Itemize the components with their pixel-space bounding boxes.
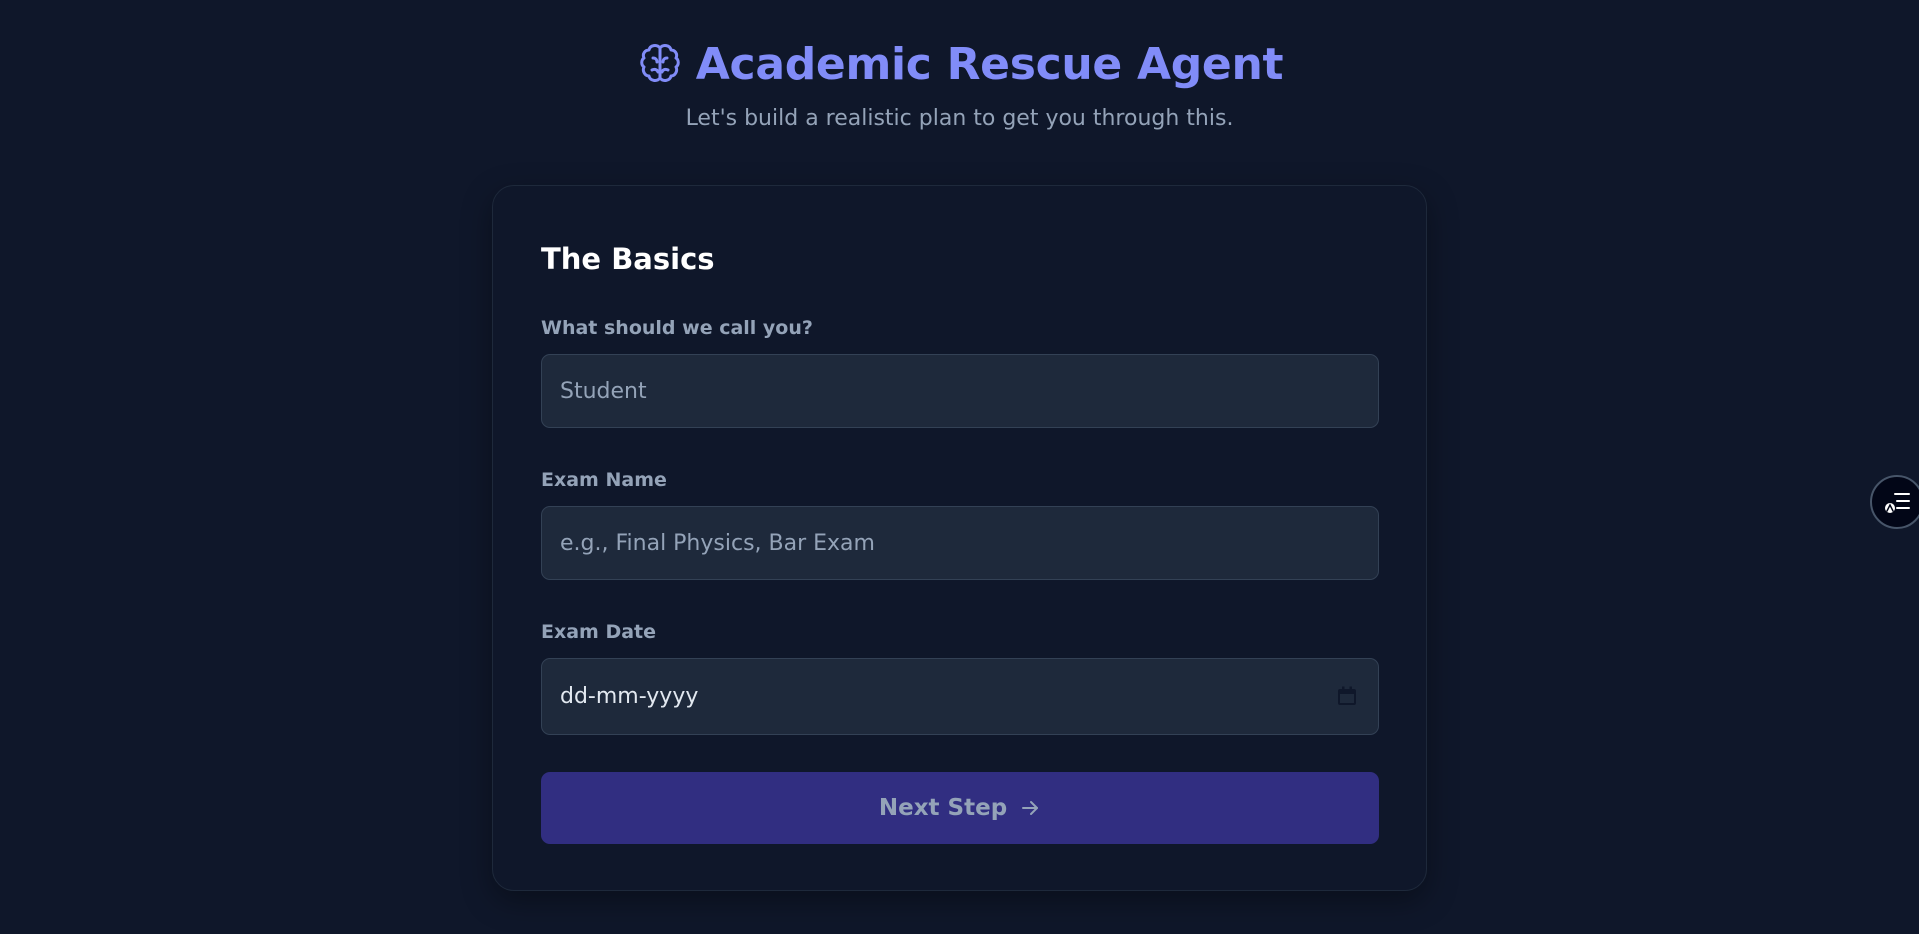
exam-name-label: Exam Name	[541, 469, 667, 491]
next-step-button[interactable]: Next Step	[541, 772, 1379, 844]
calendar-icon[interactable]	[1336, 685, 1358, 707]
title-row: Academic Rescue Agent	[636, 34, 1284, 94]
section-title: The Basics	[541, 242, 715, 276]
name-label: What should we call you?	[541, 317, 813, 339]
reader-widget-button[interactable]	[1870, 475, 1919, 529]
form-card: The Basics What should we call you? Stud…	[492, 185, 1427, 891]
reader-list-icon	[1885, 493, 1910, 513]
exam-name-input[interactable]: e.g., Final Physics, Bar Exam	[541, 506, 1379, 580]
date-placeholder: dd-mm-yyyy	[560, 684, 699, 709]
exam-date-input[interactable]: dd-mm-yyyy	[541, 658, 1379, 735]
brain-icon	[640, 44, 680, 82]
page: Academic Rescue Agent Let's build a real…	[0, 0, 1919, 934]
exam-date-label: Exam Date	[541, 621, 657, 643]
name-input[interactable]: Student	[541, 354, 1379, 428]
header: Academic Rescue Agent Let's build a real…	[0, 34, 1919, 131]
arrow-right-icon	[1022, 801, 1039, 815]
app-title: Academic Rescue Agent	[695, 38, 1284, 90]
next-step-label: Next Step	[878, 795, 1008, 821]
page-subtitle: Let's build a realistic plan to get you …	[685, 106, 1234, 131]
